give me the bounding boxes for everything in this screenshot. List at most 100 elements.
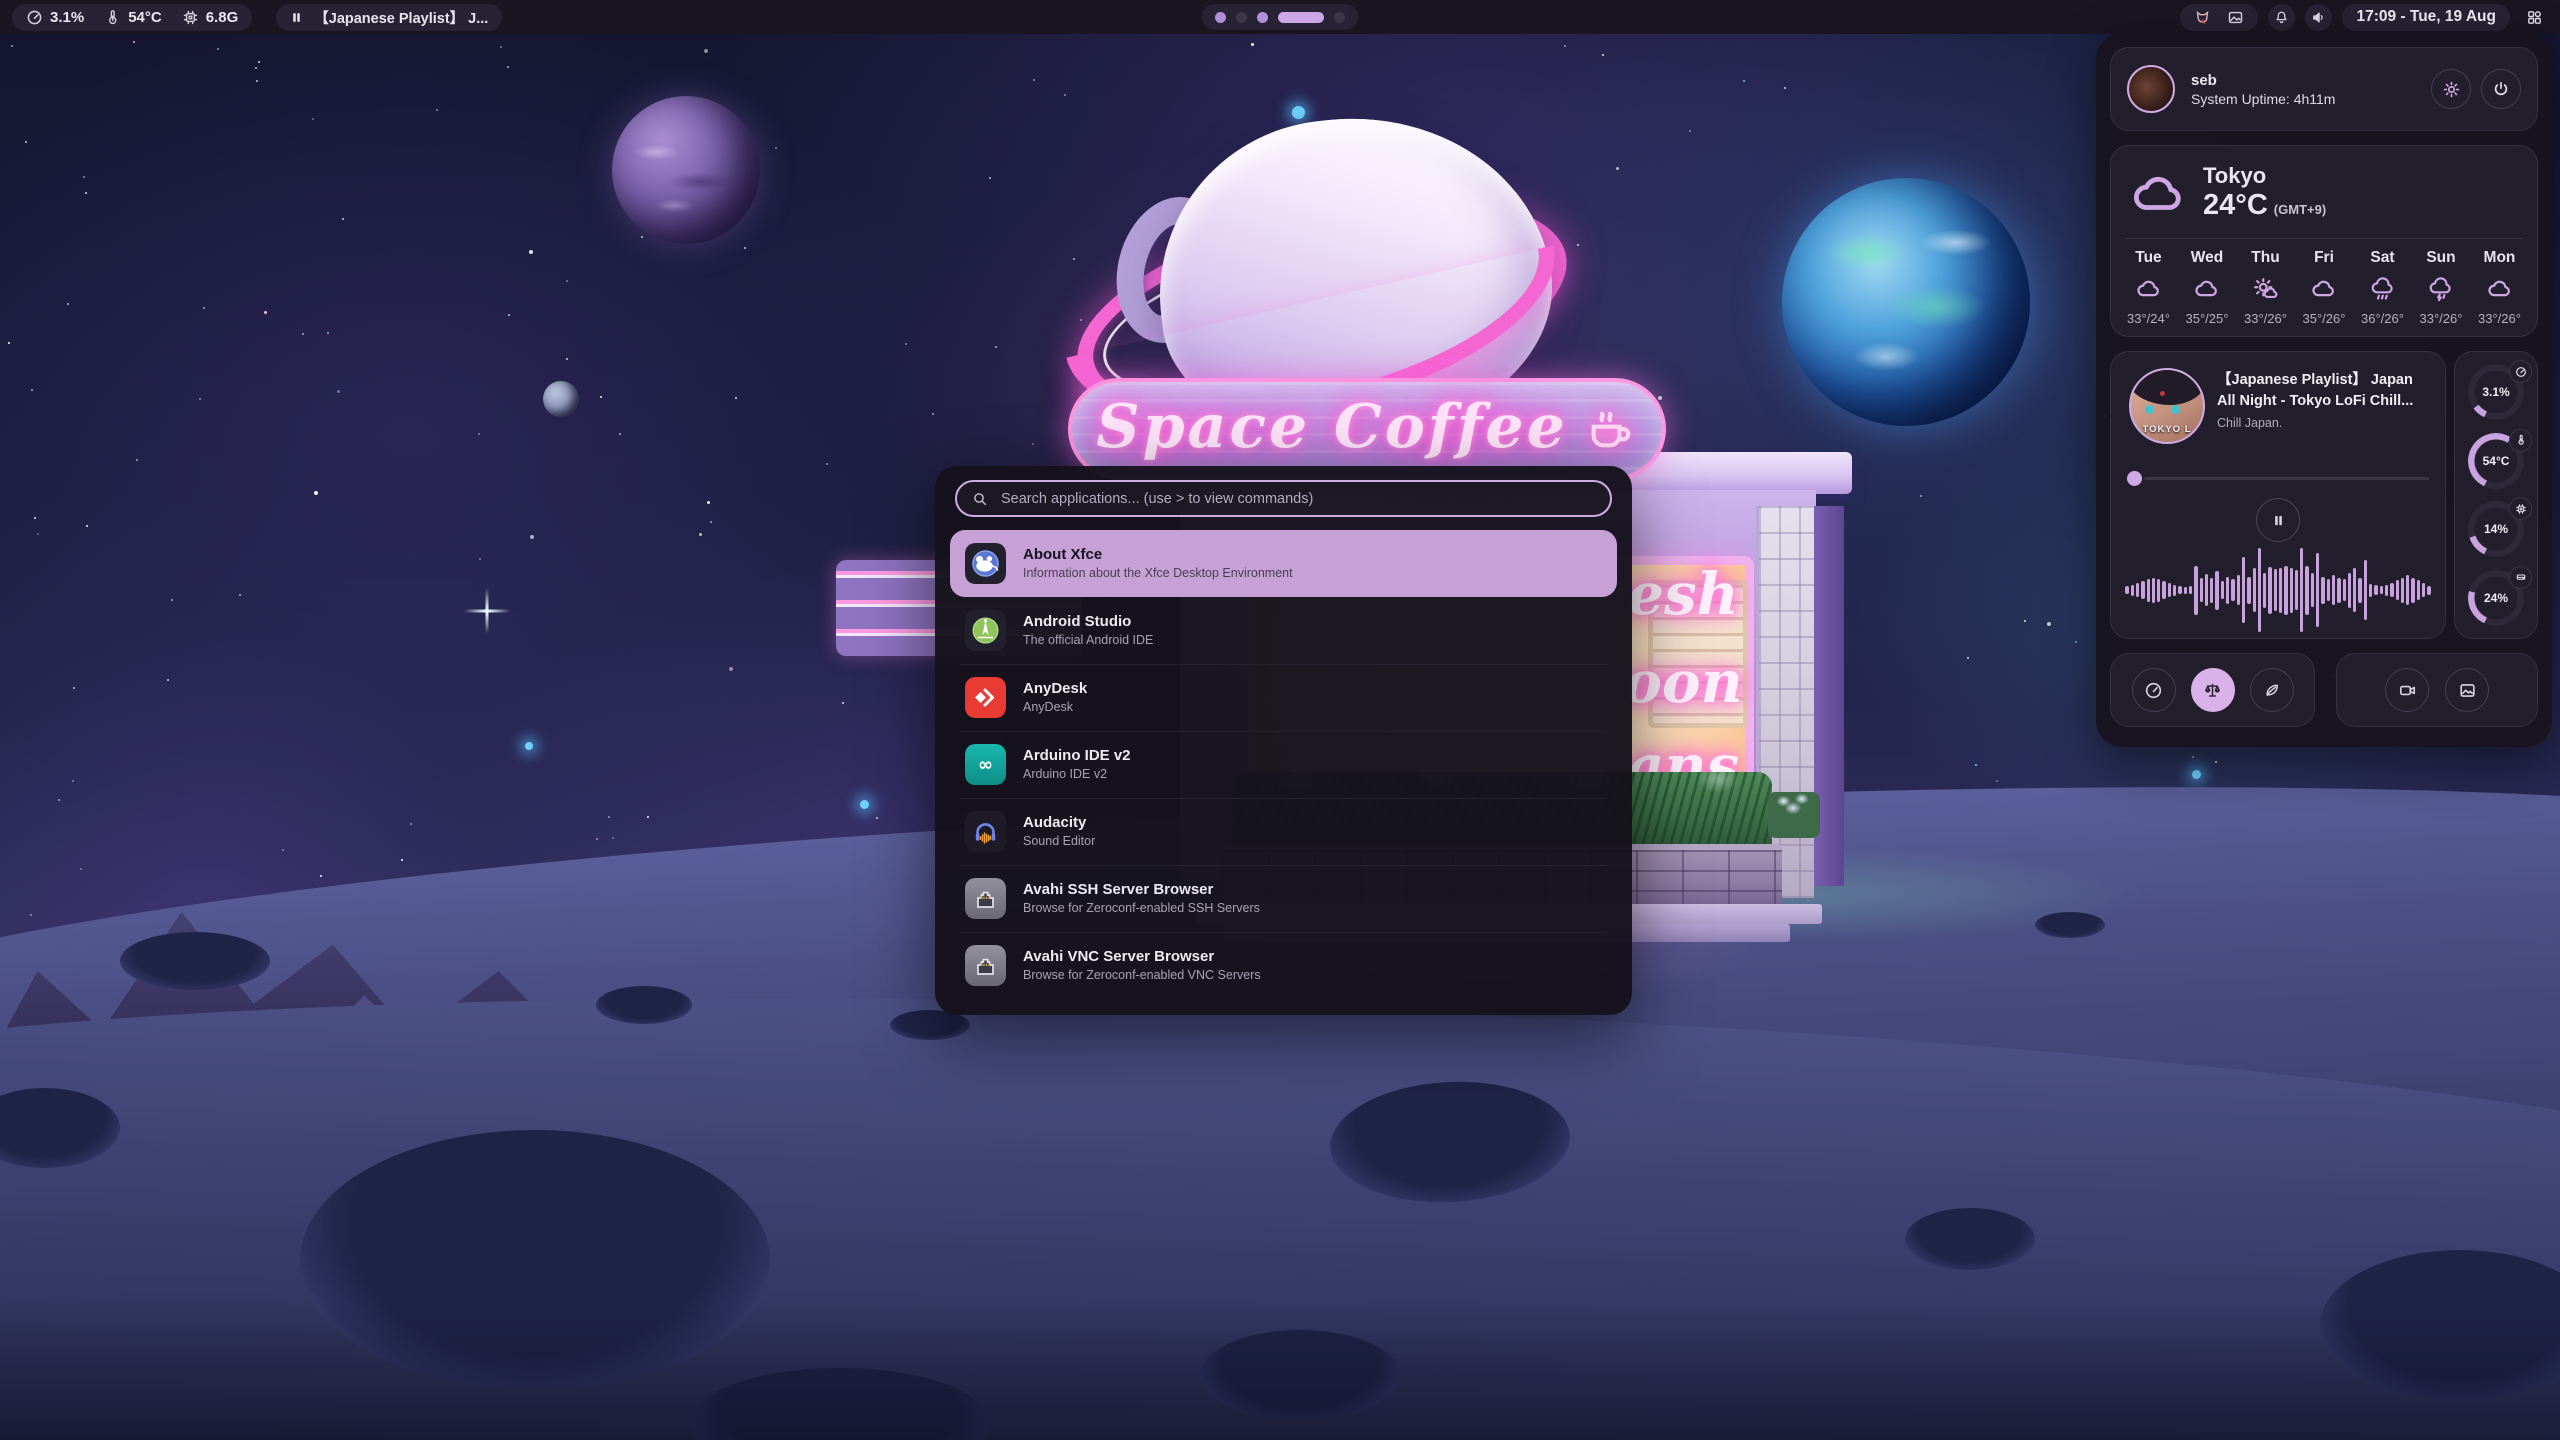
seek-knob[interactable] <box>2127 471 2142 486</box>
seek-slider[interactable] <box>2127 470 2429 486</box>
pause-icon <box>290 11 303 24</box>
forecast-day: Thu 33°/26° <box>2244 247 2287 328</box>
power-button[interactable] <box>2481 69 2521 109</box>
app-row-anydesk[interactable]: AnyDesk AnyDesk <box>950 664 1617 731</box>
capture-card <box>2336 653 2538 727</box>
app-name: Android Studio <box>1023 612 1153 632</box>
search-bar[interactable] <box>955 480 1612 517</box>
app-name: Avahi VNC Server Browser <box>1023 947 1261 967</box>
forecast-day: Fri 35°/26° <box>2303 247 2346 328</box>
cpu-stat: 3.1% <box>26 9 84 26</box>
bell-icon <box>2274 10 2289 25</box>
app-desc: Browse for Zeroconf-enabled VNC Servers <box>1023 967 1261 984</box>
app-name: Audacity <box>1023 813 1095 833</box>
app-desc: Sound Editor <box>1023 833 1095 850</box>
cloud-icon <box>2135 276 2162 303</box>
memory-stat: 6.8G <box>182 9 239 26</box>
volume-button[interactable] <box>2305 4 2332 31</box>
now-playing-pill[interactable]: 【Japanese Playlist】 J... <box>276 4 502 31</box>
wallpaper-icon[interactable] <box>2227 9 2244 26</box>
forecast-day: Mon 33°/26° <box>2478 247 2521 328</box>
workspace-dot[interactable] <box>1215 12 1226 23</box>
avatar <box>2127 65 2175 113</box>
gear-icon <box>2442 80 2461 99</box>
wallpaper-icon <box>2458 681 2477 700</box>
forecast-day: Sun 33°/26° <box>2420 247 2463 328</box>
flower-pot <box>1768 792 1820 838</box>
weather-temp: 24°C <box>2203 189 2268 222</box>
pet-icon[interactable] <box>2194 9 2211 26</box>
chip-icon <box>182 9 199 26</box>
settings-button[interactable] <box>2431 69 2471 109</box>
workspace-dot[interactable] <box>1257 12 1268 23</box>
app-row-about-xfce[interactable]: About Xfce Information about the Xfce De… <box>950 530 1617 597</box>
control-panel: seb System Uptime: 4h11m Tokyo 24°C <box>2096 33 2552 747</box>
workspace-indicator[interactable] <box>1202 4 1358 30</box>
weather-city: Tokyo <box>2203 164 2326 188</box>
track-title: 【Japanese Playlist】 Japan All Night - To… <box>2217 370 2433 412</box>
app-row-avahi-vnc[interactable]: Avahi VNC Server Browser Browse for Zero… <box>950 932 1617 999</box>
search-input[interactable] <box>999 490 1595 508</box>
track-artist: Chill Japan. <box>2217 416 2282 430</box>
audio-waveform <box>2125 552 2431 628</box>
xfce-mouse-icon <box>965 543 1006 584</box>
volume-icon <box>2311 10 2326 25</box>
workspace-dot[interactable] <box>1236 12 1247 23</box>
app-name: Arduino IDE v2 <box>1023 746 1131 766</box>
app-grid-button[interactable] <box>2520 3 2548 31</box>
cloud-icon <box>2486 276 2513 303</box>
app-list: About Xfce Information about the Xfce De… <box>950 530 1617 1005</box>
profile-performance-button[interactable] <box>2132 668 2176 712</box>
apps-grid-icon <box>2526 9 2543 26</box>
system-stats: 3.1% 54°C 6.8G <box>12 4 252 31</box>
app-launcher: About Xfce Information about the Xfce De… <box>935 466 1632 1015</box>
profile-powersave-button[interactable] <box>2250 668 2294 712</box>
app-row-android-studio[interactable]: Android Studio The official Android IDE <box>950 597 1617 664</box>
cloud-icon <box>2129 164 2187 222</box>
app-desc: The official Android IDE <box>1023 632 1153 649</box>
cloud-icon <box>2193 276 2220 303</box>
scales-icon <box>2203 681 2222 700</box>
media-player-card: TOKYO L 【Japanese Playlist】 Japan All Ni… <box>2110 351 2446 639</box>
user-name: seb <box>2191 72 2335 89</box>
rain-cloud-icon <box>2369 276 2396 303</box>
workspace-dot[interactable] <box>1278 12 1324 23</box>
clock[interactable]: 17:09 - Tue, 19 Aug <box>2342 4 2510 31</box>
app-desc: Arduino IDE v2 <box>1023 766 1131 783</box>
app-name: About Xfce <box>1023 545 1293 565</box>
network-jack-icon <box>965 945 1006 986</box>
app-row-avahi-ssh[interactable]: Avahi SSH Server Browser Browse for Zero… <box>950 865 1617 932</box>
app-row-arduino[interactable]: ∞ Arduino IDE v2 Arduino IDE v2 <box>950 731 1617 798</box>
profile-balanced-button[interactable] <box>2191 668 2235 712</box>
video-camera-icon <box>2398 681 2417 700</box>
system-gauges-card: 3.1% 54°C 14% 24% <box>2454 351 2538 639</box>
sun-cloud-icon <box>2252 276 2279 303</box>
temp-stat: 54°C <box>104 9 162 26</box>
power-profiles-card <box>2110 653 2315 727</box>
power-icon <box>2492 80 2510 98</box>
notifications-button[interactable] <box>2268 4 2295 31</box>
app-row-audacity[interactable]: Audacity Sound Editor <box>950 798 1617 865</box>
speedometer-icon <box>2144 681 2163 700</box>
workspace-dot[interactable] <box>1334 12 1345 23</box>
neon-sign: Space Coffee <box>1068 378 1666 480</box>
album-art: TOKYO L <box>2129 368 2205 444</box>
forecast-day: Sat 36°/26° <box>2361 247 2404 328</box>
wallpaper-button[interactable] <box>2445 668 2489 712</box>
play-pause-button[interactable] <box>2256 498 2300 542</box>
storm-cloud-icon <box>2427 276 2454 303</box>
top-bar: 3.1% 54°C 6.8G 【Japanese Playlist】 J... <box>0 0 2560 34</box>
disk-icon <box>2515 571 2527 583</box>
temp-gauge: 54°C <box>2468 433 2524 489</box>
app-desc: Browse for Zeroconf-enabled SSH Servers <box>1023 900 1260 917</box>
anydesk-icon <box>965 677 1006 718</box>
pause-icon <box>2271 513 2286 528</box>
network-jack-icon <box>965 878 1006 919</box>
audacity-icon <box>965 811 1006 852</box>
user-card: seb System Uptime: 4h11m <box>2110 47 2538 131</box>
arduino-icon: ∞ <box>965 744 1006 785</box>
forecast-day: Tue 33°/24° <box>2127 247 2170 328</box>
app-desc: Information about the Xfce Desktop Envir… <box>1023 565 1293 582</box>
weather-card: Tokyo 24°C (GMT+9) Tue 33°/24° Wed <box>2110 145 2538 337</box>
screen-record-button[interactable] <box>2385 668 2429 712</box>
